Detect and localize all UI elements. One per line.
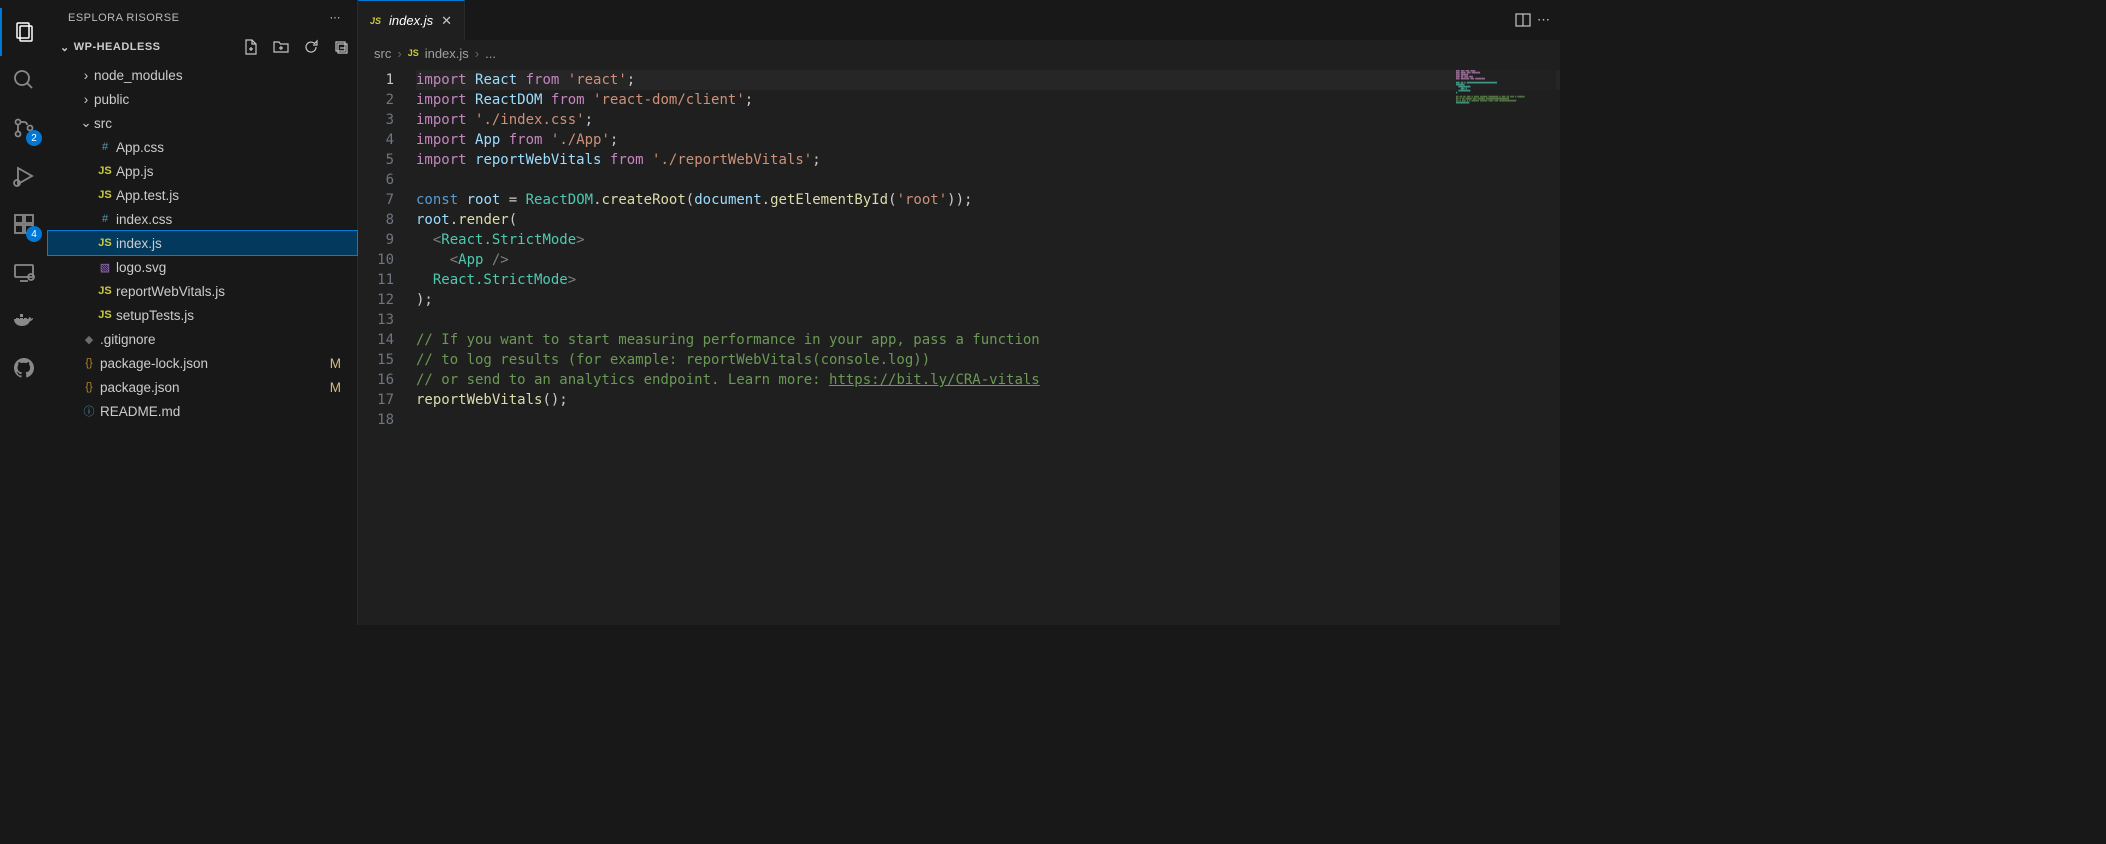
file-item[interactable]: JSindex.js — [48, 231, 357, 255]
minimap[interactable]: ▆▆▆ ▆▆▆ ▆▆▆ ▆▆▆▆ ▆▆▆ ▆▆▆▆ ▆▆▆ ▆▆▆▆▆▆▆ ▆▆… — [1456, 70, 1556, 150]
file-item[interactable]: JSsetupTests.js — [48, 303, 357, 327]
folder-item[interactable]: ⌄src — [48, 111, 357, 135]
tab-label: index.js — [389, 13, 433, 28]
tree-item-label: package.json — [100, 380, 180, 395]
sidebar-title: ESPLORA RISORSE — [68, 12, 179, 24]
file-item[interactable]: JSApp.test.js — [48, 183, 357, 207]
code-area[interactable]: 123456789101112131415161718 import React… — [358, 66, 1560, 625]
js-icon: JS — [94, 237, 116, 249]
sidebar-more-icon[interactable]: ⋯ — [330, 11, 342, 24]
file-item[interactable]: #index.css — [48, 207, 357, 231]
tab-index-js[interactable]: JS index.js ✕ — [358, 0, 465, 40]
svg-icon: ▧ — [94, 261, 116, 274]
new-file-icon[interactable] — [243, 39, 259, 55]
tree-item-label: README.md — [100, 404, 180, 419]
activity-extensions[interactable]: 4 — [0, 200, 48, 248]
file-status: M — [330, 380, 341, 395]
activity-remote[interactable] — [0, 248, 48, 296]
tab-more-icon[interactable]: ⋯ — [1537, 12, 1550, 28]
json-icon: {} — [78, 357, 100, 369]
chevron-right-icon: › — [475, 46, 479, 61]
sidebar-title-row: ESPLORA RISORSE ⋯ — [48, 0, 357, 35]
json-icon: {} — [78, 381, 100, 393]
code-content[interactable]: import React from 'react';import ReactDO… — [416, 66, 1560, 625]
tree-item-label: index.css — [116, 212, 172, 227]
tree-item-label: reportWebVitals.js — [116, 284, 225, 299]
activity-github[interactable] — [0, 344, 48, 392]
refresh-icon[interactable] — [303, 39, 319, 55]
css-icon: # — [94, 141, 116, 153]
tree-item-label: package-lock.json — [100, 356, 208, 371]
folder-item[interactable]: ›node_modules — [48, 63, 357, 87]
activity-scm[interactable]: 2 — [0, 104, 48, 152]
editor-group: JS index.js ✕ ⋯ src › JS index.js › ... … — [358, 0, 1560, 625]
file-item[interactable]: ◆.gitignore — [48, 327, 357, 351]
tab-bar: JS index.js ✕ ⋯ — [358, 0, 1560, 40]
new-folder-icon[interactable] — [273, 39, 289, 55]
file-item[interactable]: ⓘREADME.md — [48, 399, 357, 423]
js-icon: JS — [94, 189, 116, 201]
info-icon: ⓘ — [78, 403, 100, 419]
file-item[interactable]: ▧logo.svg — [48, 255, 357, 279]
chevron-right-icon: › — [78, 92, 94, 107]
activity-search[interactable] — [0, 56, 48, 104]
activity-run-debug[interactable] — [0, 152, 48, 200]
tree-item-label: index.js — [116, 236, 162, 251]
chevron-right-icon: › — [78, 68, 94, 83]
file-item[interactable]: {}package-lock.json M — [48, 351, 357, 375]
folder-name: WP-HEADLESS — [74, 41, 161, 53]
collapse-all-icon[interactable] — [333, 39, 349, 55]
close-icon[interactable]: ✕ — [441, 13, 452, 29]
js-icon: JS — [370, 16, 381, 26]
js-icon: JS — [94, 309, 116, 321]
js-icon: JS — [408, 48, 419, 58]
tree-item-label: public — [94, 92, 129, 107]
file-item[interactable]: JSApp.js — [48, 159, 357, 183]
activity-docker[interactable] — [0, 296, 48, 344]
activity-explorer[interactable] — [0, 8, 48, 56]
folder-header[interactable]: ⌄ WP-HEADLESS — [48, 35, 357, 59]
js-icon: JS — [94, 165, 116, 177]
chevron-down-icon: ⌄ — [60, 41, 70, 54]
tree-item-label: .gitignore — [100, 332, 156, 347]
breadcrumb-part[interactable]: ... — [485, 46, 496, 61]
tree-item-label: logo.svg — [116, 260, 166, 275]
tree-item-label: node_modules — [94, 68, 183, 83]
file-item[interactable]: {}package.json M — [48, 375, 357, 399]
tree-item-label: src — [94, 116, 112, 131]
line-number-gutter: 123456789101112131415161718 — [358, 66, 416, 625]
js-icon: JS — [94, 285, 116, 297]
folder-item[interactable]: ›public — [48, 87, 357, 111]
css-icon: # — [94, 213, 116, 225]
chevron-down-icon: ⌄ — [78, 115, 94, 131]
breadcrumb-part[interactable]: src — [374, 46, 391, 61]
breadcrumb[interactable]: src › JS index.js › ... — [358, 40, 1560, 66]
breadcrumb-part[interactable]: index.js — [425, 46, 469, 61]
chevron-right-icon: › — [397, 46, 401, 61]
file-tree: ›node_modules›public⌄src#App.cssJSApp.js… — [48, 59, 357, 427]
split-editor-icon[interactable] — [1515, 12, 1531, 28]
tree-item-label: App.js — [116, 164, 154, 179]
tree-item-label: App.test.js — [116, 188, 179, 203]
extensions-badge: 4 — [26, 226, 42, 242]
file-item[interactable]: #App.css — [48, 135, 357, 159]
tree-item-label: setupTests.js — [116, 308, 194, 323]
sidebar: ESPLORA RISORSE ⋯ ⌄ WP-HEADLESS ›node_mo… — [48, 0, 358, 625]
file-item[interactable]: JSreportWebVitals.js — [48, 279, 357, 303]
file-status: M — [330, 356, 341, 371]
activity-bar: 2 4 — [0, 0, 48, 625]
scm-badge: 2 — [26, 130, 42, 146]
git-icon: ◆ — [78, 333, 100, 346]
tree-item-label: App.css — [116, 140, 164, 155]
